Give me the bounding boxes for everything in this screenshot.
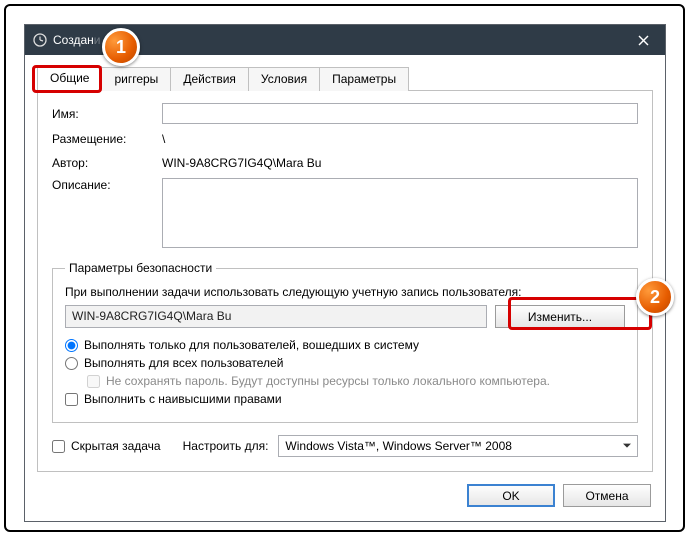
configure-for-select[interactable]: Windows Vista™, Windows Server™ 2008	[278, 435, 638, 457]
create-task-dialog: Создани Общие риггеры Действия Условия П…	[24, 24, 666, 522]
radio-all-users-input[interactable]	[65, 357, 78, 370]
description-input[interactable]	[162, 178, 638, 248]
tab-general[interactable]: Общие	[37, 66, 102, 91]
checkbox-hidden[interactable]: Скрытая задача	[52, 439, 161, 453]
window-title: Создани	[53, 33, 100, 47]
radio-all-users-label: Выполнять для всех пользователей	[84, 356, 283, 370]
description-label: Описание:	[52, 178, 162, 192]
checkbox-save-password: Не сохранять пароль. Будут доступны ресу…	[87, 374, 625, 388]
location-label: Размещение:	[52, 132, 162, 146]
annotation-badge-2: 2	[636, 278, 674, 316]
clock-icon	[33, 33, 47, 47]
tabpage-general: Имя: Размещение: \ Автор: WIN-9A8CRG7IG4…	[37, 91, 653, 472]
tabs: Общие риггеры Действия Условия Параметры	[37, 65, 653, 91]
annotation-badge-1: 1	[102, 28, 140, 66]
location-value: \	[162, 130, 638, 148]
checkbox-highest-priv-label: Выполнить с наивысшими правами	[84, 392, 282, 406]
radio-all-users[interactable]: Выполнять для всех пользователей	[65, 356, 625, 370]
author-value: WIN-9A8CRG7IG4Q\Mara Bu	[162, 154, 638, 172]
checkbox-save-password-label: Не сохранять пароль. Будут доступны ресу…	[106, 374, 550, 388]
radio-logged-on-label: Выполнять только для пользователей, воше…	[84, 338, 419, 352]
change-user-button[interactable]: Изменить...	[495, 305, 625, 328]
name-input[interactable]	[162, 103, 638, 124]
security-caption: При выполнении задачи использовать следу…	[65, 285, 625, 299]
radio-logged-on[interactable]: Выполнять только для пользователей, воше…	[65, 338, 625, 352]
tab-triggers[interactable]: риггеры	[101, 67, 171, 91]
account-display: WIN-9A8CRG7IG4Q\Mara Bu	[65, 305, 487, 328]
cancel-button[interactable]: Отмена	[563, 484, 651, 507]
checkbox-highest-priv-input[interactable]	[65, 393, 78, 406]
checkbox-highest-priv[interactable]: Выполнить с наивысшими правами	[65, 392, 625, 406]
checkbox-hidden-input[interactable]	[52, 440, 65, 453]
ok-button[interactable]: OK	[467, 484, 555, 507]
checkbox-hidden-label: Скрытая задача	[71, 439, 161, 453]
tab-settings[interactable]: Параметры	[319, 67, 409, 91]
close-button[interactable]	[621, 25, 665, 55]
author-label: Автор:	[52, 156, 162, 170]
security-options-group: Параметры безопасности При выполнении за…	[52, 261, 638, 423]
configure-for-label: Настроить для:	[183, 439, 269, 453]
checkbox-save-password-input	[87, 375, 100, 388]
name-label: Имя:	[52, 107, 162, 121]
security-options-legend: Параметры безопасности	[65, 261, 216, 275]
configure-for-value: Windows Vista™, Windows Server™ 2008	[285, 439, 512, 453]
tab-actions[interactable]: Действия	[170, 67, 249, 91]
radio-logged-on-input[interactable]	[65, 339, 78, 352]
tab-conditions[interactable]: Условия	[248, 67, 320, 91]
